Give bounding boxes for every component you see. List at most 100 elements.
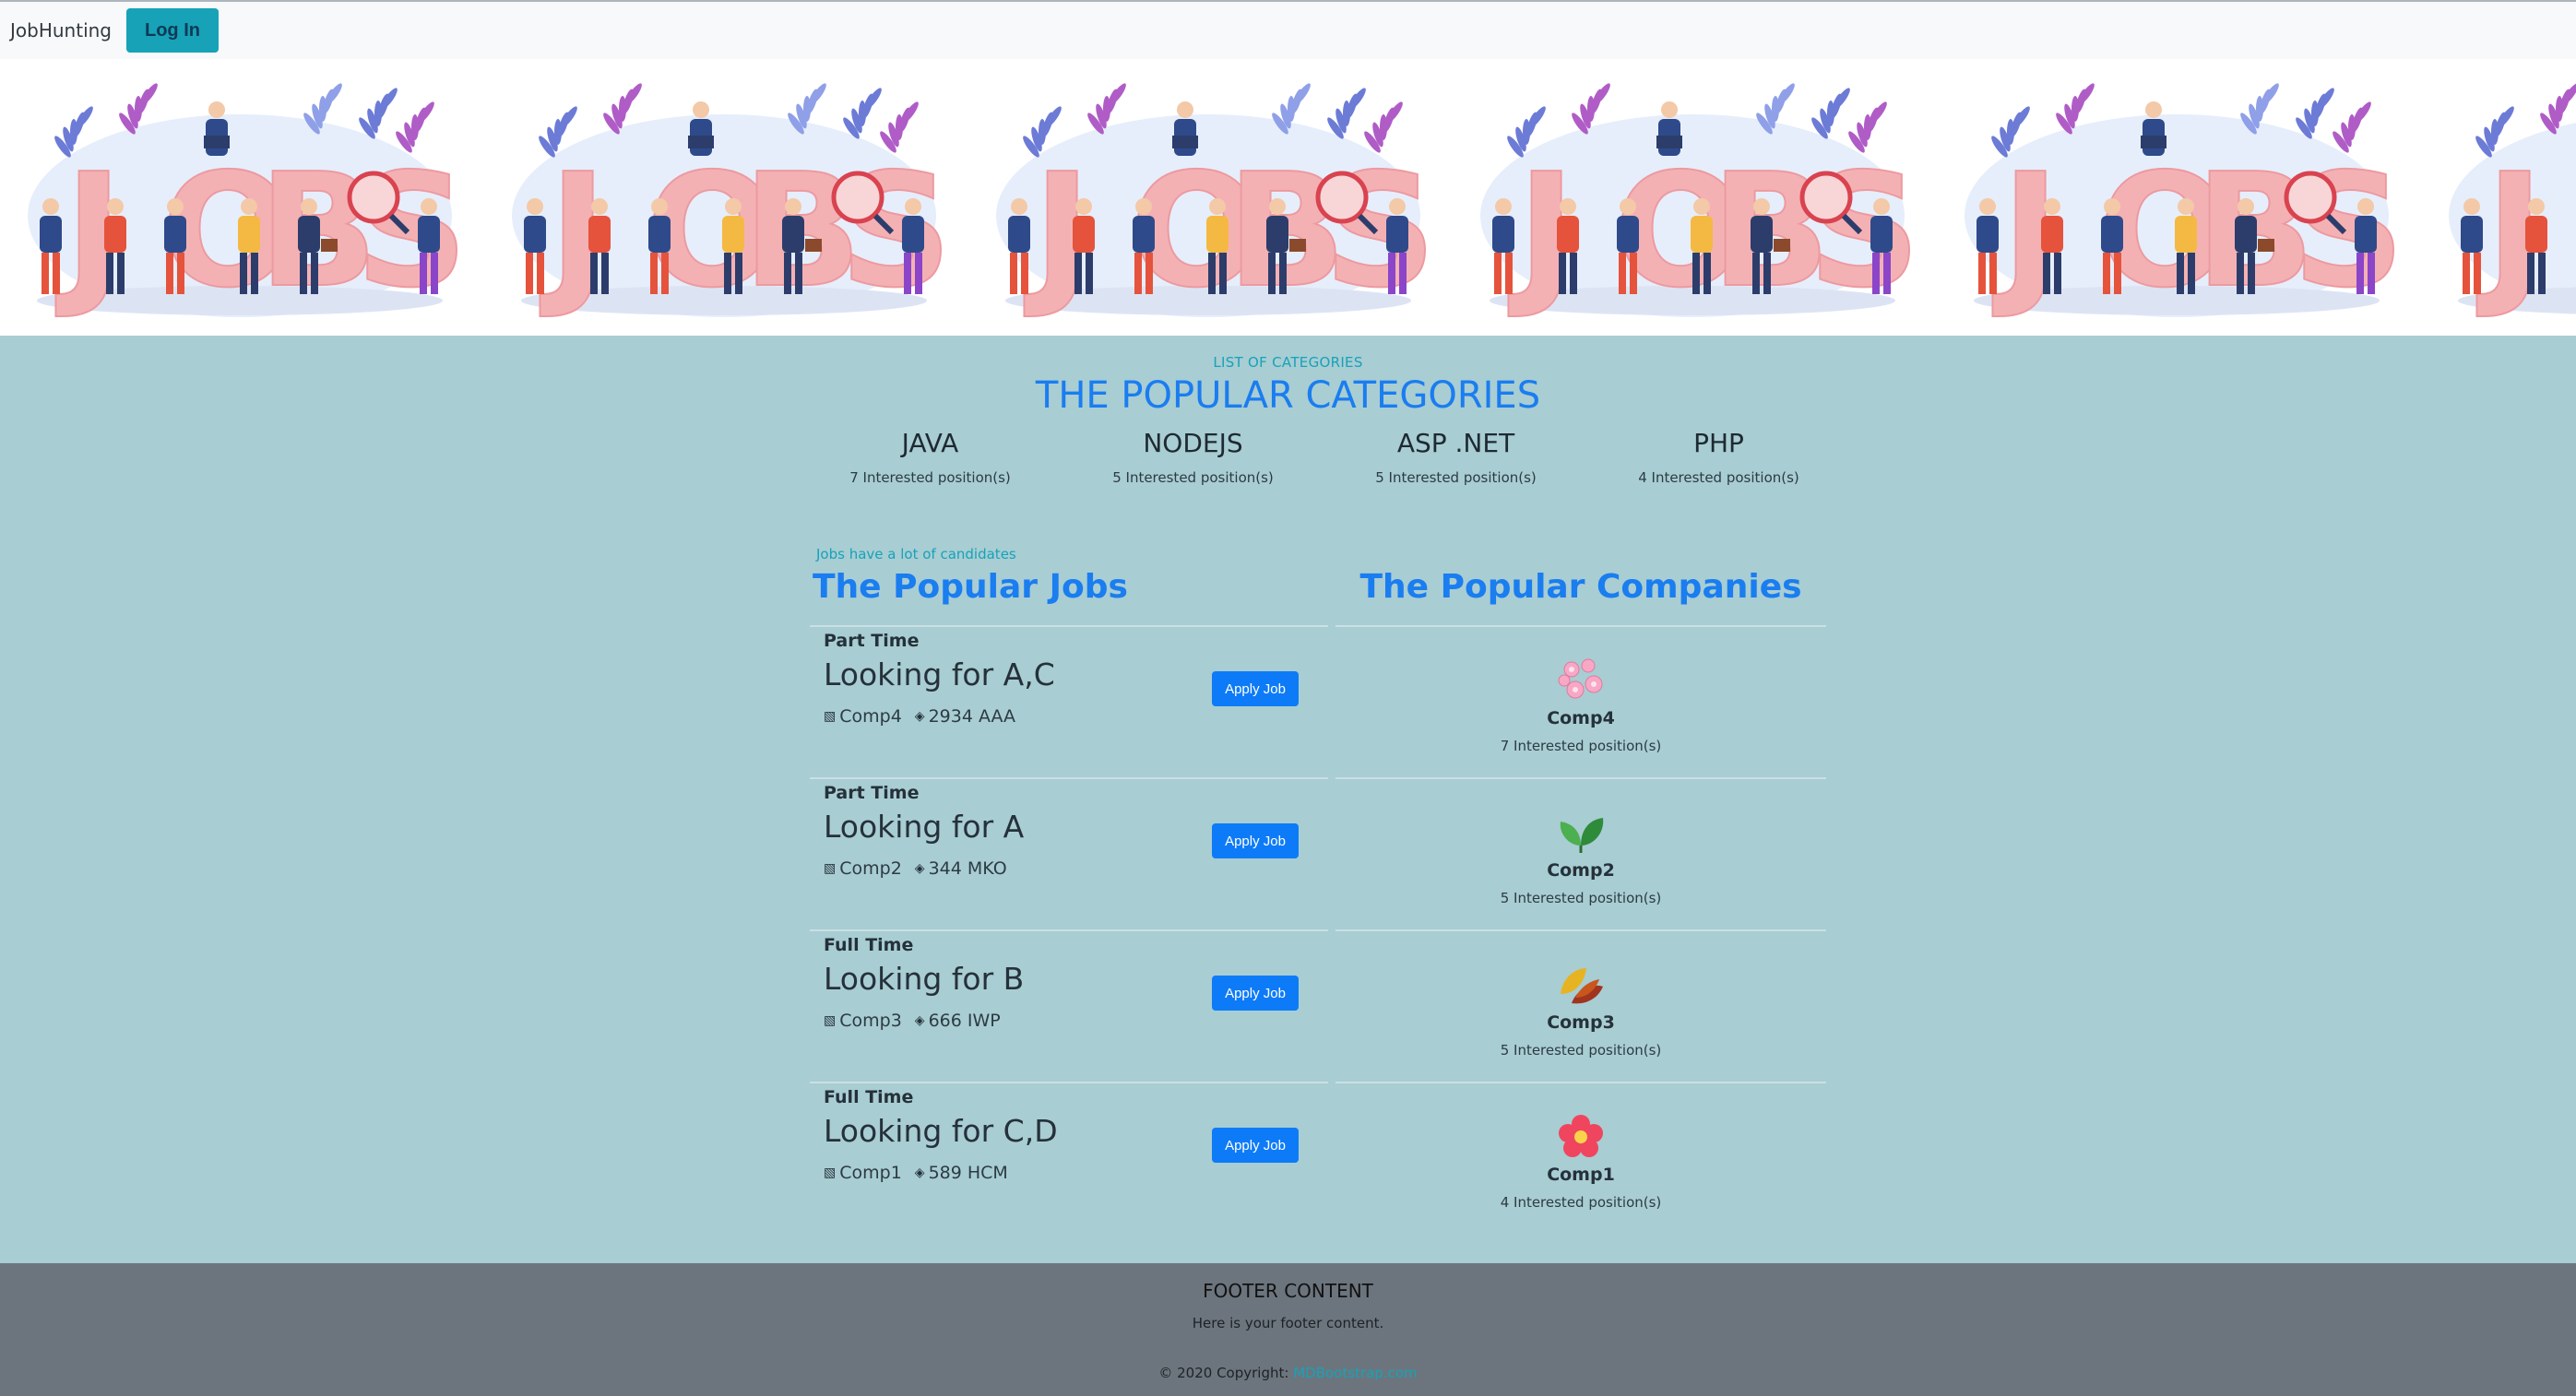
job-title[interactable]: Looking for A xyxy=(824,809,1024,845)
job-company: Comp4 xyxy=(839,706,902,727)
company-count: 7 Interested position(s) xyxy=(1500,738,1662,754)
location-diamond-icon: ◈ xyxy=(914,1013,925,1028)
job-meta: ▧ Comp1 ◈ 589 HCM xyxy=(824,1163,1008,1183)
job-title[interactable]: Looking for B xyxy=(824,961,1024,997)
banner-tile: JOBS xyxy=(1480,83,1921,324)
banner-person xyxy=(1172,101,1198,156)
location-diamond-icon: ◈ xyxy=(914,709,925,724)
banner-person xyxy=(1656,101,1682,156)
category-count: 5 Interested position(s) xyxy=(1112,469,1274,486)
building-icon: ▧ xyxy=(824,709,837,724)
job-location: 2934 AAA xyxy=(928,706,1016,727)
apply-job-button[interactable]: Apply Job xyxy=(1212,671,1299,706)
building-icon: ▧ xyxy=(824,1165,837,1180)
job-type: Full Time xyxy=(824,1087,914,1107)
brand-link[interactable]: JobHunting xyxy=(10,19,112,41)
company-count: 5 Interested position(s) xyxy=(1500,890,1662,906)
banner-letter: S xyxy=(1324,140,1436,323)
banner-tile: JOBS xyxy=(2449,83,2576,324)
company-card[interactable]: Comp3 5 Interested position(s) xyxy=(1335,929,1826,1082)
job-company: Comp3 xyxy=(839,1011,902,1031)
company-card[interactable]: Comp2 5 Interested position(s) xyxy=(1335,777,1826,929)
category-name: JAVA xyxy=(901,428,959,458)
category-count: 5 Interested position(s) xyxy=(1375,469,1537,486)
job-company: Comp1 xyxy=(839,1163,902,1183)
banner-letter: S xyxy=(355,140,468,323)
copyright-text: © 2020 Copyright: xyxy=(1158,1365,1289,1381)
jobs-banner: JOBSJOBSJOBSJOBSJOBSJOBS xyxy=(0,59,2576,336)
mdbootstrap-link[interactable]: MDBootstrap.com xyxy=(1293,1365,1417,1381)
company-card[interactable]: Comp4 7 Interested position(s) xyxy=(1335,625,1826,777)
location-diamond-icon: ◈ xyxy=(914,861,925,876)
apply-job-button[interactable]: Apply Job xyxy=(1212,1128,1299,1163)
jobs-banner-illustration: JOBSJOBSJOBSJOBSJOBSJOBS xyxy=(28,83,2576,324)
category-name: ASP .NET xyxy=(1396,428,1515,458)
company-name: Comp3 xyxy=(1547,1012,1615,1033)
category-count: 4 Interested position(s) xyxy=(1638,469,1799,486)
job-title[interactable]: Looking for A,C xyxy=(824,657,1055,692)
job-company: Comp2 xyxy=(839,858,902,879)
job-card: Full Time Looking for C,D ▧ Comp1 ◈ 589 … xyxy=(810,1082,1328,1234)
apply-job-button[interactable]: Apply Job xyxy=(1212,823,1299,858)
banner-tile: JOBS xyxy=(28,83,469,324)
banner-tile: JOBS xyxy=(996,83,1437,324)
category-item[interactable]: ASP .NET 5 Interested position(s) xyxy=(1324,428,1587,486)
jobs-list: Part Time Looking for A,C ▧ Comp4 ◈ 2934… xyxy=(810,625,1328,1234)
footer-text: Here is your footer content. xyxy=(1192,1315,1384,1331)
job-title[interactable]: Looking for C,D xyxy=(824,1113,1058,1149)
category-count: 7 Interested position(s) xyxy=(849,469,1011,486)
category-name: NODEJS xyxy=(1143,428,1243,458)
banner-tile: JOBS xyxy=(1965,83,2405,324)
jobs-kicker: Jobs have a lot of candidates xyxy=(816,546,1016,562)
banner-person xyxy=(2141,101,2166,156)
company-name: Comp1 xyxy=(1547,1165,1615,1185)
building-icon: ▧ xyxy=(824,1013,837,1028)
company-name: Comp4 xyxy=(1547,708,1615,728)
job-card: Full Time Looking for B ▧ Comp3 ◈ 666 IW… xyxy=(810,929,1328,1082)
banner-person xyxy=(688,101,714,156)
categories-title: THE POPULAR CATEGORIES xyxy=(1035,374,1541,417)
category-item[interactable]: NODEJS 5 Interested position(s) xyxy=(1062,428,1324,486)
footer: FOOTER CONTENT Here is your footer conte… xyxy=(0,1263,2576,1396)
job-card: Part Time Looking for A,C ▧ Comp4 ◈ 2934… xyxy=(810,625,1328,777)
banner-person xyxy=(204,101,230,156)
category-name: PHP xyxy=(1693,428,1744,458)
job-type: Part Time xyxy=(824,631,920,651)
banner-tile: JOBS xyxy=(512,83,953,324)
navbar: JobHunting Log In xyxy=(0,0,2576,59)
apply-job-button[interactable]: Apply Job xyxy=(1212,976,1299,1011)
login-button[interactable]: Log In xyxy=(126,8,219,53)
job-type: Full Time xyxy=(824,935,914,955)
banner-letter: S xyxy=(2292,140,2404,323)
autumn-leaves-icon xyxy=(1561,968,1603,1004)
job-location: 344 MKO xyxy=(928,858,1007,879)
pink-blossom-icon xyxy=(1558,658,1603,699)
job-meta: ▧ Comp3 ◈ 666 IWP xyxy=(824,1011,1001,1031)
jobs-title: The Popular Jobs xyxy=(813,568,1128,606)
company-count: 4 Interested position(s) xyxy=(1500,1194,1662,1211)
banner-letter: S xyxy=(839,140,952,323)
green-leaves-icon xyxy=(1560,818,1604,853)
footer-title: FOOTER CONTENT xyxy=(1203,1280,1373,1302)
main-content: LIST OF CATEGORIES THE POPULAR CATEGORIE… xyxy=(0,336,2576,1263)
red-flower-icon xyxy=(1559,1115,1603,1157)
companies-title: The Popular Companies xyxy=(1359,568,1802,606)
company-count: 5 Interested position(s) xyxy=(1500,1042,1662,1059)
job-location: 666 IWP xyxy=(928,1011,1001,1031)
job-type: Part Time xyxy=(824,783,920,803)
company-card[interactable]: Comp1 4 Interested position(s) xyxy=(1335,1082,1826,1234)
job-meta: ▧ Comp4 ◈ 2934 AAA xyxy=(824,706,1015,727)
job-location: 589 HCM xyxy=(928,1163,1008,1183)
categories-kicker: LIST OF CATEGORIES xyxy=(1213,354,1363,371)
company-name: Comp2 xyxy=(1547,860,1615,881)
building-icon: ▧ xyxy=(824,861,837,876)
category-item[interactable]: JAVA 7 Interested position(s) xyxy=(799,428,1062,486)
location-diamond-icon: ◈ xyxy=(914,1165,925,1180)
category-item[interactable]: PHP 4 Interested position(s) xyxy=(1587,428,1850,486)
job-card: Part Time Looking for A ▧ Comp2 ◈ 344 MK… xyxy=(810,777,1328,929)
companies-list: Comp4 7 Interested position(s) Comp2 5 I… xyxy=(1335,625,1826,1234)
footer-copyright: © 2020 Copyright: MDBootstrap.com xyxy=(0,1365,2576,1381)
categories-list: JAVA 7 Interested position(s) NODEJS 5 I… xyxy=(799,428,1850,486)
banner-letter: S xyxy=(1808,140,1920,323)
job-meta: ▧ Comp2 ◈ 344 MKO xyxy=(824,858,1007,879)
